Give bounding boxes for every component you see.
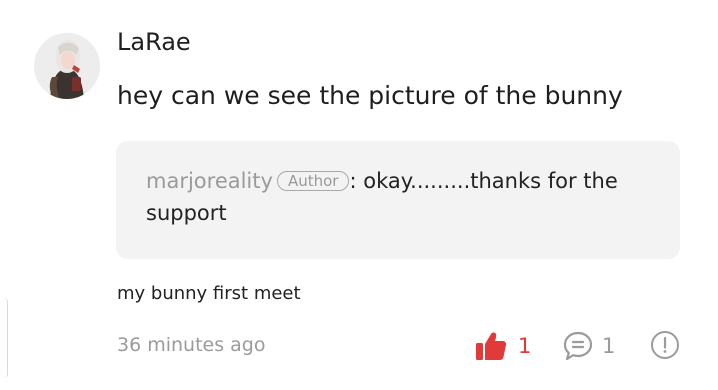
post-subcaption: my bunny first meet (117, 283, 301, 304)
reply-text-line1: okay.........thanks for the (363, 169, 618, 193)
reply-button[interactable]: 1 (562, 328, 615, 364)
report-icon (651, 331, 679, 359)
avatar[interactable] (34, 33, 100, 99)
avatar-image (34, 33, 100, 99)
comment-username[interactable]: LaRae (117, 27, 191, 57)
like-count: 1 (518, 334, 532, 358)
reply-text-line2: support (146, 201, 227, 225)
comment-actions: 1 1 (474, 328, 684, 364)
comment-text: hey can we see the picture of the bunny (117, 81, 623, 110)
author-badge: Author (276, 171, 350, 191)
comment-timestamp: 36 minutes ago (117, 334, 266, 356)
thumbs-up-icon (476, 332, 507, 360)
adjacent-card-edge (0, 298, 8, 378)
comment-bubble-icon (563, 331, 593, 361)
report-button[interactable] (650, 330, 680, 360)
reply-author-name[interactable]: marjoreality (146, 169, 273, 193)
reply-count: 1 (602, 334, 616, 358)
reply-separator: : (349, 169, 357, 193)
like-button[interactable]: 1 (474, 328, 531, 364)
author-reply-box: marjoreality Author: okay.........thanks … (116, 141, 680, 259)
